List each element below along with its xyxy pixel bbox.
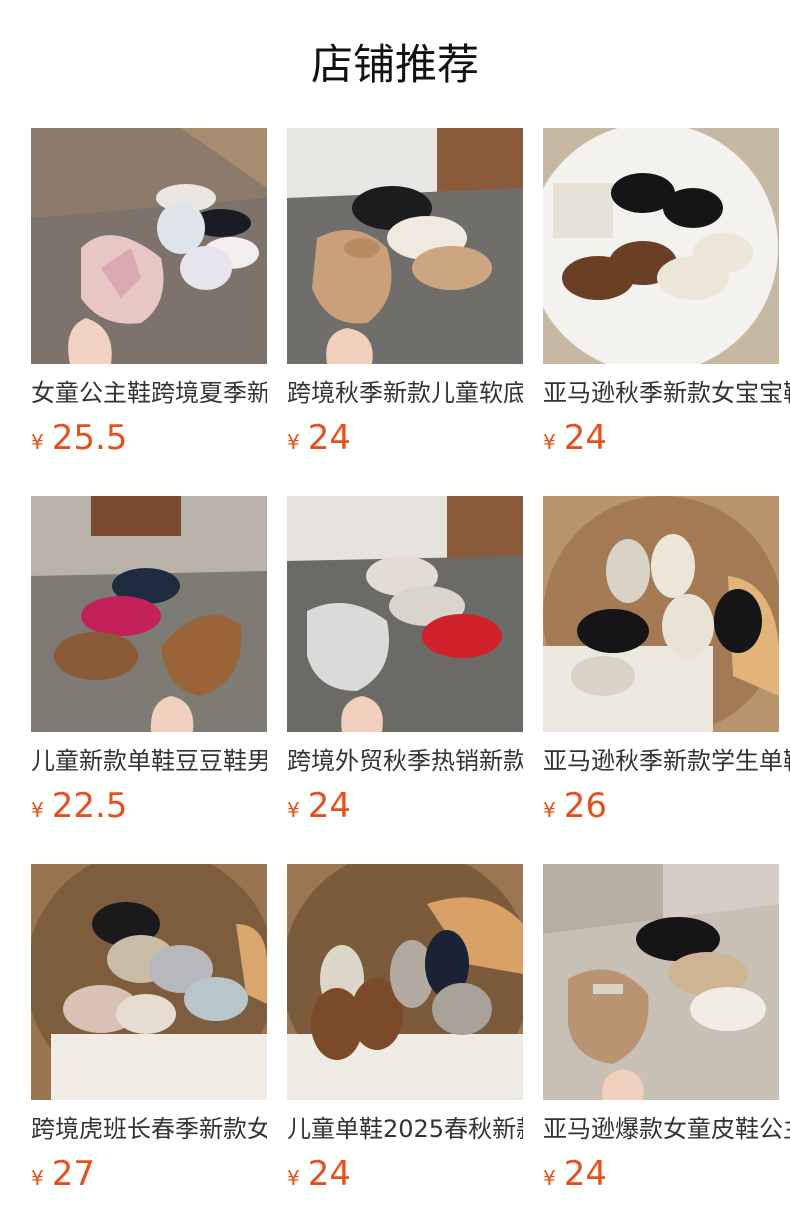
product-image-pink-sparkle-shoes xyxy=(31,128,267,364)
product-name[interactable]: 跨境外贸秋季热销新款 xyxy=(287,744,523,778)
product-card[interactable]: 女童公主鞋跨境夏季新款 ¥25.5 xyxy=(31,128,267,458)
product-image-buckle-mary-jane xyxy=(543,864,779,1100)
product-card[interactable]: 儿童新款单鞋豆豆鞋男童 ¥22.5 xyxy=(31,496,267,826)
product-price: ¥24 xyxy=(287,1152,351,1196)
product-card[interactable]: 跨境秋季新款儿童软底单鞋 ¥24 xyxy=(287,128,523,458)
product-image[interactable] xyxy=(287,864,523,1100)
currency-symbol: ¥ xyxy=(31,430,44,454)
product-name[interactable]: 儿童新款单鞋豆豆鞋男童 xyxy=(31,744,267,778)
product-image[interactable] xyxy=(543,496,779,732)
product-price: ¥25.5 xyxy=(31,416,127,460)
product-image-sequin-bow-flats xyxy=(31,864,267,1100)
product-price: ¥24 xyxy=(287,416,351,460)
product-name[interactable]: 亚马逊秋季新款女宝宝鞋 xyxy=(543,376,790,410)
price-value: 24 xyxy=(307,786,351,826)
product-name[interactable]: 跨境虎班长春季新款女童 xyxy=(31,1112,267,1146)
product-image-two-tone-mary-jane xyxy=(543,496,779,732)
product-image[interactable] xyxy=(543,864,779,1100)
product-grid: 女童公主鞋跨境夏季新款 ¥25.5 跨境秋季新款儿童软底单鞋 ¥24 xyxy=(0,0,790,1232)
product-image[interactable] xyxy=(31,496,267,732)
product-card[interactable]: 亚马逊秋季新款女宝宝鞋 ¥24 xyxy=(543,128,790,458)
currency-symbol: ¥ xyxy=(287,1166,300,1190)
currency-symbol: ¥ xyxy=(543,798,556,822)
product-name[interactable]: 亚马逊秋季新款学生单鞋 xyxy=(543,744,790,778)
price-value: 25.5 xyxy=(51,418,128,458)
product-name[interactable]: 儿童单鞋2025春秋新款 xyxy=(287,1112,523,1146)
product-card[interactable]: 亚马逊秋季新款学生单鞋 ¥26 xyxy=(543,496,790,826)
product-image[interactable] xyxy=(31,128,267,364)
product-image[interactable] xyxy=(31,864,267,1100)
product-name[interactable]: 亚马逊爆款女童皮鞋公主 xyxy=(543,1112,790,1146)
price-value: 24 xyxy=(563,418,607,458)
product-card[interactable]: 跨境外贸秋季热销新款 ¥24 xyxy=(287,496,523,826)
price-value: 27 xyxy=(51,1154,95,1194)
product-image-bow-loafers xyxy=(287,864,523,1100)
product-name[interactable]: 跨境秋季新款儿童软底单鞋 xyxy=(287,376,523,410)
product-card[interactable]: 亚马逊爆款女童皮鞋公主 ¥24 xyxy=(543,864,790,1194)
currency-symbol: ¥ xyxy=(31,798,44,822)
price-value: 24 xyxy=(307,418,351,458)
product-price: ¥24 xyxy=(287,784,351,828)
price-value: 24 xyxy=(307,1154,351,1194)
product-card[interactable]: 跨境虎班长春季新款女童 ¥27 xyxy=(31,864,267,1194)
product-image-bow-flat-shoes xyxy=(287,128,523,364)
currency-symbol: ¥ xyxy=(31,1166,44,1190)
currency-symbol: ¥ xyxy=(287,430,300,454)
currency-symbol: ¥ xyxy=(543,1166,556,1190)
currency-symbol: ¥ xyxy=(287,798,300,822)
product-image[interactable] xyxy=(287,128,523,364)
product-image[interactable] xyxy=(543,128,779,364)
currency-symbol: ¥ xyxy=(543,430,556,454)
product-price: ¥22.5 xyxy=(31,784,127,828)
product-image-pearl-mary-jane xyxy=(543,128,779,364)
price-value: 26 xyxy=(563,786,607,826)
product-name[interactable]: 女童公主鞋跨境夏季新款 xyxy=(31,376,267,410)
product-price: ¥27 xyxy=(31,1152,95,1196)
product-price: ¥24 xyxy=(543,416,607,460)
product-image-metallic-mary-jane xyxy=(287,496,523,732)
product-image-suede-loafers xyxy=(31,496,267,732)
price-value: 22.5 xyxy=(51,786,128,826)
product-card[interactable]: 儿童单鞋2025春秋新款 ¥24 xyxy=(287,864,523,1194)
product-price: ¥26 xyxy=(543,784,607,828)
product-price: ¥24 xyxy=(543,1152,607,1196)
product-image[interactable] xyxy=(287,496,523,732)
price-value: 24 xyxy=(563,1154,607,1194)
